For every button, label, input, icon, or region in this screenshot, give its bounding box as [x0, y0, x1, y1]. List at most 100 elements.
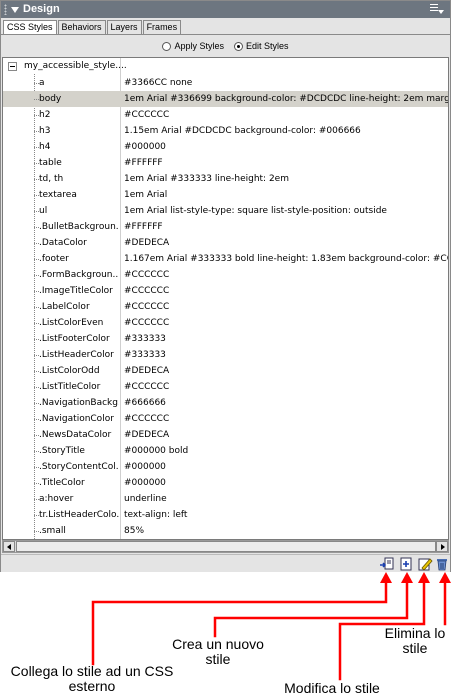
rule-row[interactable]: ul 1em Arial list-style-type: square list… — [3, 203, 448, 219]
style-mode-selector: Apply Styles Edit Styles — [1, 37, 450, 55]
rule-properties: 85% — [124, 526, 145, 536]
rule-properties: 1em Arial list-style-type: square list-s… — [124, 206, 387, 216]
rule-properties: #000000 bold — [124, 446, 189, 456]
apply-styles-radio[interactable] — [162, 41, 172, 51]
rule-selector: .small — [39, 526, 66, 536]
rule-row[interactable]: .NavigationColor #CCCCCC — [3, 411, 448, 427]
rule-selector: .FormBackgroun... — [39, 270, 119, 280]
rule-row[interactable]: .ListColorEven #CCCCCC — [3, 315, 448, 331]
rule-row[interactable]: .DataColor #DEDECA — [3, 235, 448, 251]
rule-properties: #000000 — [124, 478, 166, 488]
rule-row[interactable]: textarea 1em Arial — [3, 187, 448, 203]
rule-properties: #CCCCCC — [124, 318, 170, 328]
rule-row[interactable]: .TitleColor #000000 — [3, 475, 448, 491]
rule-properties: #FFFFFF — [124, 222, 163, 232]
rule-selector: body — [39, 94, 62, 104]
rule-row[interactable]: .NewsDataColor #DEDECA — [3, 427, 448, 443]
rule-row[interactable]: .LabelColor #CCCCCC — [3, 299, 448, 315]
rule-properties: #CCCCCC — [124, 286, 170, 296]
tab-css-styles[interactable]: CSS Styles — [3, 20, 57, 35]
rule-row[interactable]: .footer 1.167em Arial #333333 bold line-h… — [3, 251, 449, 267]
stylesheet-node[interactable]: my_accessible_style.... — [3, 59, 448, 73]
rule-properties: #3366CC none — [124, 78, 193, 88]
rule-properties: #DEDECA — [124, 238, 170, 248]
apply-styles-label: Apply Styles — [174, 41, 224, 51]
rule-properties: #666666 — [124, 398, 166, 408]
rule-properties: text-align: left — [124, 510, 188, 520]
rule-selector: h3 — [39, 126, 51, 136]
rule-row[interactable]: .small 85% — [3, 523, 448, 539]
rule-row[interactable]: table #FFFFFF — [3, 155, 448, 171]
tab-layers[interactable]: Layers — [106, 20, 142, 35]
rule-properties: #CCCCCC — [124, 270, 170, 280]
collapse-icon[interactable] — [8, 62, 17, 71]
tab-behaviors[interactable]: Behaviors — [57, 20, 106, 35]
rule-selector: .ListTitleColor — [39, 382, 101, 392]
panel-titlebar[interactable]: Design — [1, 1, 450, 18]
rule-selector: a — [39, 78, 45, 88]
scroll-right-icon[interactable] — [436, 541, 448, 552]
rule-row[interactable]: a #3366CC none — [3, 75, 448, 91]
rule-row[interactable]: .ListHeaderColor #333333 — [3, 347, 448, 363]
rule-properties: 1em Arial #336699 background-color: #DCD… — [124, 94, 448, 104]
rule-properties: #DEDECA — [124, 366, 170, 376]
edit-styles-option[interactable]: Edit Styles — [234, 41, 289, 51]
rule-selector: .NavigationBackg... — [39, 398, 119, 408]
rule-row[interactable]: .ListTitleColor #CCCCCC — [3, 379, 448, 395]
rule-row[interactable]: .ListFooterColor #333333 — [3, 331, 448, 347]
rule-row[interactable]: h4 #000000 — [3, 139, 448, 155]
scroll-left-icon[interactable] — [3, 541, 15, 552]
rule-properties: 1em Arial #333333 line-height: 2em — [124, 174, 289, 184]
css-styles-panel: Design CSS Styles Behaviors Layers Frame… — [0, 0, 451, 572]
tab-frames[interactable]: Frames — [142, 20, 182, 35]
rule-properties: #000000 — [124, 462, 166, 472]
rule-row[interactable]: .ListColorOdd #DEDECA — [3, 363, 448, 379]
scrollbar-thumb[interactable] — [16, 541, 436, 552]
rule-properties: 1em Arial — [124, 190, 168, 200]
rule-row[interactable]: .StoryTitle #000000 bold — [3, 443, 448, 459]
rule-row[interactable]: .BulletBackgroun... #FFFFFF — [3, 219, 448, 235]
rule-row[interactable]: td, th 1em Arial #333333 line-height: 2em — [3, 171, 448, 187]
rule-row[interactable]: h3 1.15em Arial #DCDCDC background-color:… — [3, 123, 448, 139]
horizontal-scrollbar[interactable] — [2, 540, 449, 553]
collapse-triangle-icon[interactable] — [11, 7, 19, 13]
rule-selector: .ListColorEven — [39, 318, 104, 328]
rule-properties: 1.167em Arial #333333 bold line-height: … — [124, 254, 449, 264]
edit-style-icon[interactable] — [417, 557, 433, 571]
rule-selector: td, th — [39, 174, 64, 184]
rule-row[interactable]: h2 #CCCCCC — [3, 107, 448, 123]
new-style-icon[interactable] — [398, 557, 414, 571]
rule-selector: .TitleColor — [39, 478, 85, 488]
options-menu-icon[interactable] — [430, 4, 444, 15]
panel-title: Design — [23, 3, 60, 15]
rule-selector: .ListHeaderColor — [39, 350, 114, 360]
tab-divider — [1, 34, 450, 35]
grip-icon[interactable] — [4, 4, 7, 15]
rule-properties: #CCCCCC — [124, 382, 170, 392]
rule-selector: h2 — [39, 110, 51, 120]
attach-stylesheet-icon[interactable] — [379, 557, 395, 571]
rule-row[interactable]: tr.ListHeaderColo... text-align: left — [3, 507, 448, 523]
callout-delete-style: Elimina lo stile — [384, 625, 446, 656]
callout-new-style: Crea un nuovo stile — [172, 636, 264, 667]
rule-row[interactable]: .StoryContentCol... #000000 — [3, 459, 448, 475]
rule-row[interactable]: a:hover underline — [3, 491, 448, 507]
style-rules-list: my_accessible_style.... a #3366CC none bod… — [2, 57, 449, 540]
rule-selector: .footer — [39, 254, 69, 264]
rule-row[interactable]: body 1em Arial #336699 background-color: … — [3, 91, 448, 107]
rule-row[interactable]: .NavigationBackg... #666666 — [3, 395, 448, 411]
rule-properties: #CCCCCC — [124, 302, 170, 312]
rule-selector: .ListFooterColor — [39, 334, 110, 344]
panel-footer-toolbar — [1, 554, 450, 572]
trash-icon[interactable] — [434, 557, 450, 571]
edit-styles-label: Edit Styles — [246, 41, 289, 51]
stylesheet-name: my_accessible_style.... — [24, 61, 127, 71]
rule-selector: ul — [39, 206, 48, 216]
rule-selector: .NavigationColor — [39, 414, 114, 424]
rule-row[interactable]: .ImageTitleColor #CCCCCC — [3, 283, 448, 299]
rule-selector: table — [39, 158, 62, 168]
edit-styles-radio[interactable] — [234, 41, 243, 51]
apply-styles-option[interactable]: Apply Styles — [162, 41, 224, 51]
rule-properties: #CCCCCC — [124, 414, 170, 424]
rule-row[interactable]: .FormBackgroun... #CCCCCC — [3, 267, 448, 283]
